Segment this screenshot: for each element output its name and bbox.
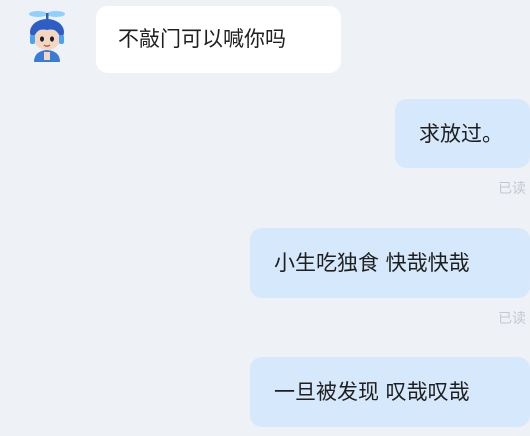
incoming-message-bubble[interactable]: 不敲门可以喊你吗 xyxy=(96,6,341,73)
read-receipt: 已读 xyxy=(498,181,526,197)
chat-thread: 不敲门可以喊你吗 求放过。 已读 小生吃独食 快哉快哉 已读 一旦被发现 叹哉叹… xyxy=(0,0,530,436)
outgoing-message-bubble[interactable]: 求放过。 xyxy=(395,99,530,168)
read-receipt: 已读 xyxy=(498,311,526,327)
message-text: 求放过。 xyxy=(419,121,503,146)
message-text: 不敲门可以喊你吗 xyxy=(118,27,286,51)
message-text: 一旦被发现 叹哉叹哉 xyxy=(274,380,470,404)
contact-avatar[interactable] xyxy=(22,8,78,72)
propeller-cap-avatar-icon xyxy=(29,11,65,62)
message-text: 小生吃独食 快哉快哉 xyxy=(274,251,470,275)
outgoing-message-bubble[interactable]: 一旦被发现 叹哉叹哉 xyxy=(250,357,530,427)
outgoing-message-bubble[interactable]: 小生吃独食 快哉快哉 xyxy=(250,228,530,298)
